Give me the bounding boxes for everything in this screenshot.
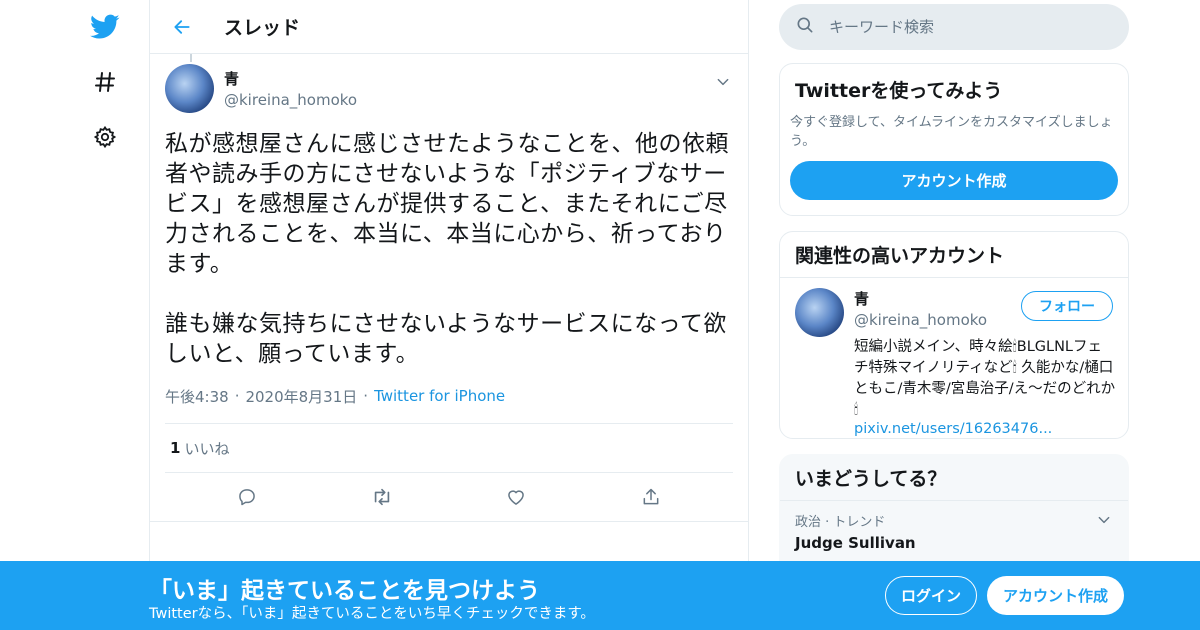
thread-connector bbox=[190, 54, 192, 62]
author-name[interactable]: 青 bbox=[224, 68, 357, 89]
gear-icon[interactable] bbox=[90, 122, 120, 152]
banner-create-account-button[interactable]: アカウント作成 bbox=[987, 576, 1124, 615]
share-icon[interactable] bbox=[639, 485, 663, 509]
tweet-author: 青 @kireina_homoko bbox=[165, 64, 733, 113]
signup-card-title: Twitterを使ってみよう bbox=[795, 80, 1003, 102]
search-input[interactable] bbox=[829, 18, 1109, 36]
follow-button[interactable]: フォロー bbox=[1021, 291, 1113, 321]
banner-subtitle: Twitterなら、「いま」起きていることをいち早くチェックできます。 bbox=[149, 606, 595, 622]
separator: · bbox=[234, 387, 240, 405]
related-account[interactable]: 青 @kireina_homoko 短編小説メイン、時々絵🕯BLGLNLフェチ特… bbox=[780, 278, 1128, 437]
avatar[interactable] bbox=[795, 288, 844, 337]
hashtag-icon[interactable] bbox=[90, 67, 120, 97]
chevron-down-icon[interactable] bbox=[713, 72, 733, 92]
arrow-left-icon[interactable] bbox=[170, 15, 194, 39]
trends-title: いまどうしてる？ bbox=[795, 468, 947, 490]
trend-name[interactable]: Judge Sullivan bbox=[795, 534, 1113, 552]
tweet-stats: 1 いいね bbox=[165, 423, 733, 473]
reply-icon[interactable] bbox=[235, 485, 259, 509]
retweet-icon[interactable] bbox=[370, 485, 394, 509]
login-button[interactable]: ログイン bbox=[885, 576, 977, 615]
page: スレッド 青 @kireina_homoko 私が感想屋さんに感じさせたようなこ… bbox=[0, 0, 1200, 630]
likes-label[interactable]: いいね bbox=[184, 438, 229, 459]
related-profile-link[interactable]: pixiv.net/users/16263476... bbox=[854, 421, 1116, 437]
search-icon bbox=[795, 15, 815, 39]
twitter-logo-icon[interactable] bbox=[90, 12, 120, 42]
create-account-button[interactable]: アカウント作成 bbox=[790, 161, 1118, 200]
like-icon[interactable] bbox=[504, 485, 528, 509]
topbar: スレッド bbox=[150, 0, 748, 54]
banner-title: 「いま」起きていることを見つけよう bbox=[149, 578, 540, 604]
tweet-source-link[interactable]: Twitter for iPhone bbox=[374, 387, 505, 405]
separator: · bbox=[363, 387, 369, 405]
page-title: スレッド bbox=[224, 17, 301, 39]
trend-item[interactable]: 政治 · トレンド Judge Sullivan bbox=[780, 501, 1128, 562]
tweet-actions bbox=[150, 473, 748, 522]
tweet-date[interactable]: 2020年8月31日 bbox=[245, 386, 357, 407]
tweet: 青 @kireina_homoko 私が感想屋さんに感じさせたようなことを、他の… bbox=[150, 54, 748, 522]
search-box[interactable] bbox=[779, 4, 1129, 50]
bottom-signup-banner: 「いま」起きていることを見つけよう Twitterなら、「いま」起きていることを… bbox=[0, 561, 1200, 630]
likes-count[interactable]: 1 bbox=[170, 439, 180, 457]
tweet-time[interactable]: 午後4:38 bbox=[165, 386, 229, 407]
related-accounts-title: 関連性の高いアカウント bbox=[795, 245, 1005, 267]
chevron-down-icon[interactable] bbox=[1095, 511, 1113, 529]
signup-card-desc: 今すぐ登録して、タイムラインをカスタマイズしましょう。 bbox=[790, 115, 1113, 149]
tweet-text: 私が感想屋さんに感じさせたようなことを、他の依頼者や読み手の方にさせないような「… bbox=[165, 131, 729, 367]
related-bio: 短編小説メイン、時々絵🕯BLGLNLフェチ特殊マイノリティなど🕯 久能かな/樋口… bbox=[854, 339, 1116, 418]
avatar[interactable] bbox=[165, 64, 214, 113]
author-handle[interactable]: @kireina_homoko bbox=[224, 91, 357, 109]
trend-category: 政治 · トレンド bbox=[795, 515, 886, 530]
tweet-meta: 午後4:38 · 2020年8月31日 · Twitter for iPhone bbox=[165, 381, 733, 411]
signup-card: Twitterを使ってみよう 今すぐ登録して、タイムラインをカスタマイズしましょ… bbox=[779, 63, 1129, 216]
thread-column: スレッド 青 @kireina_homoko 私が感想屋さんに感じさせたようなこ… bbox=[149, 0, 749, 630]
related-accounts-card: 関連性の高いアカウント 青 @kireina_homoko 短編小説メイン、時々… bbox=[779, 231, 1129, 439]
